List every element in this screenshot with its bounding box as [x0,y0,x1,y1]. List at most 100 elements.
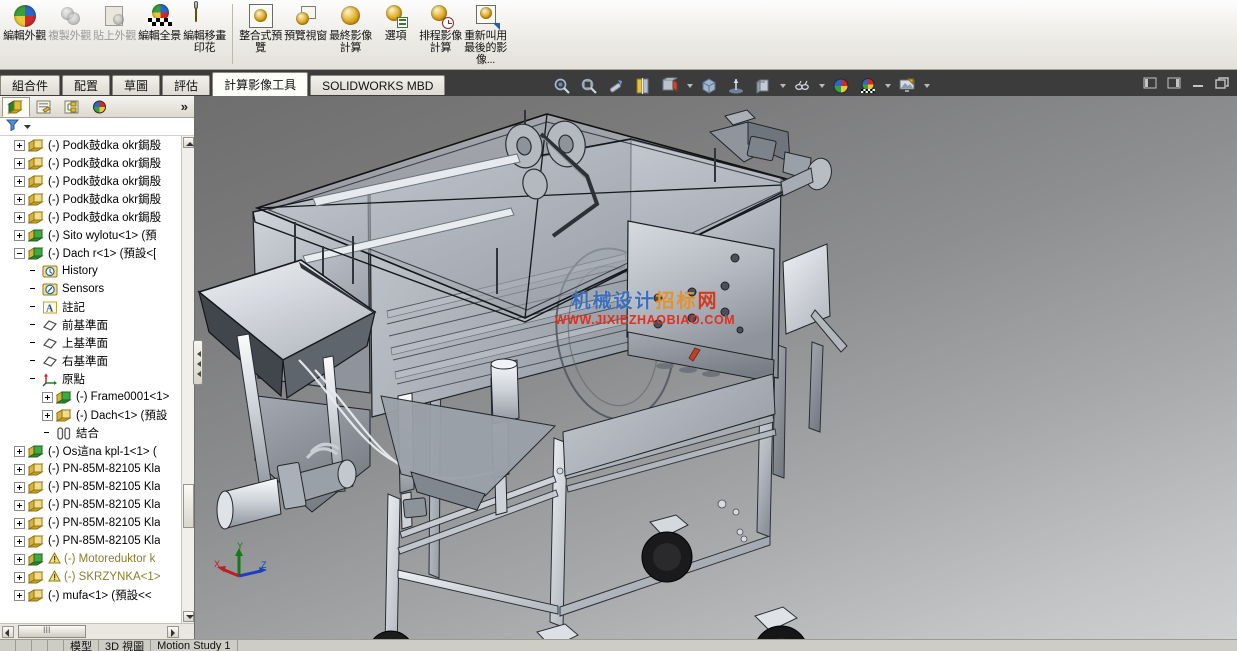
rotate-view-icon[interactable] [604,75,628,97]
feature-tree-item[interactable]: (-) Sito wylotu<1> (預 [0,226,194,244]
ribbon-button-integrated-preview[interactable]: 整合式預覽 [238,0,283,68]
tree-expand-toggle-icon[interactable] [14,139,25,151]
zoom-to-area-icon[interactable] [577,75,601,97]
tree-expand-toggle-icon[interactable] [14,463,25,475]
ribbon-button-edit-scene[interactable]: 編輯全景 [137,0,182,68]
status-tab-model[interactable]: 模型 [64,640,99,651]
tree-expand-toggle-icon[interactable] [14,571,25,583]
feature-tree-filter-bar[interactable] [0,118,194,136]
tree-expand-toggle-icon[interactable] [14,553,25,565]
minimize-icon[interactable] [1191,76,1207,92]
feature-tree-item[interactable]: (-) Motoreduktor k [0,550,194,568]
ribbon-button-edit-decal[interactable]: 編輯移畫印花 [182,0,227,68]
tab-evaluate[interactable]: 評估 [162,75,211,95]
tree-expand-toggle-icon[interactable] [14,175,25,187]
feature-tree-item[interactable]: (-) Podk鼓dka okr鋦殷 [0,172,194,190]
configuration-manager-tab[interactable] [58,97,86,117]
tab-render-tools[interactable]: 計算影像工具 [212,72,309,96]
scroll-up-arrow-icon[interactable] [183,137,194,148]
feature-tree-item[interactable]: History [0,262,194,280]
section-view-icon[interactable] [631,75,655,97]
tree-expand-toggle-icon[interactable] [14,157,25,169]
tree-expand-toggle-icon[interactable] [14,589,25,601]
feature-tree-item[interactable]: (-) Frame0001<1> [0,388,194,406]
feature-tree-item[interactable]: 前基準面 [0,316,194,334]
feature-tree-item[interactable]: 上基準面 [0,334,194,352]
feature-tree-item[interactable]: (-) Podk鼓dka okr鋦殷 [0,136,194,154]
feature-tree-item[interactable]: (-) Os這na kpl-1<1> ( [0,442,194,460]
feature-manager-tab[interactable] [2,96,30,117]
hide-show-caret-icon[interactable] [817,75,826,97]
tab-solidworks-mbd[interactable]: SOLIDWORKS MBD [310,75,446,95]
ribbon-button-recall-last-render[interactable]: 重新叫用最後的影像... [463,0,508,68]
feature-tree-horizontal-scrollbar[interactable] [0,623,194,639]
feature-tree-item[interactable]: A 註記 [0,298,194,316]
tree-expand-toggle-icon[interactable] [14,481,25,493]
feature-tree-item[interactable]: (-) Podk鼓dka okr鋦殷 [0,190,194,208]
ribbon-button-preview-window[interactable]: 預覽視窗 [283,0,328,68]
hide-show-items-icon[interactable] [790,75,814,97]
tree-expand-toggle-icon[interactable] [14,247,25,259]
hscroll-thumb[interactable] [18,625,86,638]
status-tab-motion-study[interactable]: Motion Study 1 [151,640,238,651]
status-tab-3d-views[interactable]: 3D 視圖 [99,640,152,651]
ribbon-button-paste-appearance[interactable]: 貼上外觀 [92,0,137,68]
feature-tree-item[interactable]: 結合 [0,424,194,442]
feature-tree-item[interactable]: Sensors [0,280,194,298]
tree-expand-toggle-icon[interactable] [14,229,25,241]
ribbon-button-copy-appearance[interactable]: 複製外觀 [47,0,92,68]
feature-tree-item[interactable]: (-) SKRZYNKA<1> [0,568,194,586]
apply-scene-icon[interactable] [724,75,748,97]
feature-manager-overflow-button[interactable]: » [181,99,188,114]
view-orientation-caret-icon[interactable] [685,75,694,97]
feature-tree-item[interactable]: (-) PN-85M-82105 Kla [0,478,194,496]
scroll-right-arrow-icon[interactable] [167,626,179,638]
tab-layout[interactable]: 配置 [62,75,111,95]
ribbon-button-edit-appearance[interactable]: 編輯外觀 [2,0,47,68]
feature-tree-item[interactable]: 原點 [0,370,194,388]
edit-appearance-icon[interactable] [829,75,853,97]
tab-assembly[interactable]: 組合件 [0,75,61,95]
graphics-viewport[interactable]: 机械设计招标网 WWW.JIXIEZHAOBIAO.COM Y X Z [195,96,1237,639]
ribbon-button-schedule-render[interactable]: 排程影像計算 [418,0,463,68]
feature-tree-item[interactable]: (-) Podk鼓dka okr鋦殷 [0,208,194,226]
display-style-icon[interactable] [751,75,775,97]
feature-tree-item[interactable]: (-) PN-85M-82105 Kla [0,532,194,550]
feature-tree-item[interactable]: (-) PN-85M-82105 Kla [0,460,194,478]
panel-splitter-handle[interactable] [193,340,203,385]
apply-scene-caret-icon[interactable] [883,75,892,97]
scroll-thumb[interactable] [183,484,194,528]
feature-tree-item[interactable]: (-) Dach r<1> (預設<[ [0,244,194,262]
display-style-caret-icon[interactable] [778,75,787,97]
tree-expand-toggle-icon[interactable] [14,535,25,547]
ribbon-button-options[interactable]: 選項 [373,0,418,68]
view-orientation-icon[interactable] [658,75,682,97]
tree-expand-toggle-icon[interactable] [14,193,25,205]
scroll-left-arrow-icon[interactable] [2,626,14,638]
tab-sketch[interactable]: 草圖 [112,75,161,95]
tree-expand-toggle-icon[interactable] [14,499,25,511]
zoom-to-fit-icon[interactable] [550,75,574,97]
feature-tree[interactable]: (-) Podk鼓dka okr鋦殷 (-) Podk鼓dka okr鋦殷 (-) … [0,136,194,623]
apply-scene-ball-icon[interactable] [856,75,880,97]
property-manager-tab[interactable] [30,97,58,117]
display-style-isometric-icon[interactable] [697,75,721,97]
tree-expand-toggle-icon[interactable] [14,211,25,223]
restore-right-pane-icon[interactable] [1167,76,1183,92]
restore-window-icon[interactable] [1215,76,1231,92]
feature-tree-item[interactable]: (-) PN-85M-82105 Kla [0,496,194,514]
scroll-down-arrow-icon[interactable] [183,611,194,622]
filter-dropdown-caret-icon[interactable] [23,118,32,136]
tree-expand-toggle-icon[interactable] [42,391,53,403]
ribbon-button-final-render[interactable]: 最終影像計算 [328,0,373,68]
feature-tree-item[interactable]: 右基準面 [0,352,194,370]
view-settings-caret-icon[interactable] [922,75,931,97]
feature-tree-item[interactable]: (-) Podk鼓dka okr鋦殷 [0,154,194,172]
restore-left-pane-icon[interactable] [1143,76,1159,92]
feature-tree-item[interactable]: (-) PN-85M-82105 Kla [0,514,194,532]
feature-tree-item[interactable]: (-) mufa<1> (預設<< [0,586,194,604]
tree-expand-toggle-icon[interactable] [14,445,25,457]
tree-expand-toggle-icon[interactable] [14,517,25,529]
tree-expand-toggle-icon[interactable] [42,409,53,421]
view-settings-icon[interactable] [895,75,919,97]
